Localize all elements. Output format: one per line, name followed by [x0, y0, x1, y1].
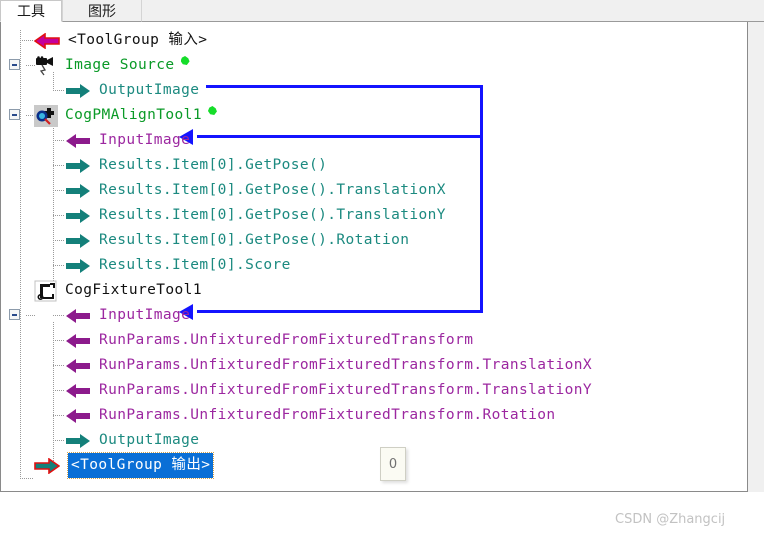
cogfixturetool1-label: CogFixtureTool1 — [65, 282, 202, 298]
link-wire-1-bottom — [197, 135, 483, 138]
toolgroup-input-label: <ToolGroup 输入> — [68, 32, 208, 48]
tree-branch-line — [53, 190, 65, 191]
tree-branch-line — [53, 140, 65, 141]
tree-row-results-getpose[interactable]: Results.Item[0].GetPose() — [65, 153, 327, 178]
arrow-right-teal-icon — [66, 233, 90, 248]
tree-row-results-translationy[interactable]: Results.Item[0].GetPose().TranslationY — [65, 203, 446, 228]
tree-trunk-line — [20, 30, 21, 478]
tree-branch-line — [53, 90, 65, 91]
tab-graphics-label: 图形 — [88, 3, 116, 20]
link-wire-1-top — [206, 85, 483, 88]
tree-row-outputimage-source[interactable]: OutputImage — [65, 78, 199, 103]
results-score-label: Results.Item[0].Score — [99, 257, 291, 273]
tree-row-toolgroup-input[interactable]: <ToolGroup 输入> — [34, 28, 207, 53]
runparams-translationx-label: RunParams.UnfixturedFromFixturedTransfor… — [99, 357, 593, 373]
arrow-left-magenta-icon — [34, 32, 60, 49]
tree-row-inputimage-pmalign[interactable]: InputImage — [65, 128, 190, 153]
arrow-right-teal-icon — [66, 433, 90, 448]
link-wire-2-bottom — [197, 310, 483, 313]
watermark-text: CSDN @Zhangcij — [615, 512, 726, 527]
tree-branch-line — [53, 390, 65, 391]
tree-branch-line — [20, 478, 34, 479]
tree-row-cogfixturetool1[interactable]: CogFixtureTool1 — [34, 278, 202, 303]
cogpmaligntool1-label: CogPMAlignTool1 — [65, 107, 202, 123]
inputimage-fixture-label: InputImage — [99, 307, 191, 323]
tree-branch-line — [26, 315, 36, 316]
tree-row-results-score[interactable]: Results.Item[0].Score — [65, 253, 291, 278]
panel-right-gutter — [748, 22, 764, 492]
status-dot-icon — [207, 106, 217, 115]
tree-row-runparams-translationx[interactable]: RunParams.UnfixturedFromFixturedTransfor… — [65, 353, 592, 378]
tree-branch-line — [53, 240, 65, 241]
arrow-left-purple-icon — [66, 408, 90, 423]
runparams-rotation-label: RunParams.UnfixturedFromFixturedTransfor… — [99, 407, 556, 423]
tree-branch-line — [53, 215, 65, 216]
tool-tree-panel[interactable]: <ToolGroup 输入> Image Source OutputImage … — [0, 22, 748, 492]
results-translationx-label: Results.Item[0].GetPose().TranslationX — [99, 182, 446, 198]
tree-row-runparams-translationy[interactable]: RunParams.UnfixturedFromFixturedTransfor… — [65, 378, 592, 403]
runparams-translationy-label: RunParams.UnfixturedFromFixturedTransfor… — [99, 382, 593, 398]
arrow-left-purple-icon — [66, 358, 90, 373]
outputimage-label: OutputImage — [99, 82, 200, 98]
arrow-right-teal-icon — [66, 158, 90, 173]
tree-branch-line — [53, 440, 65, 441]
link-wire-1-right — [480, 85, 483, 138]
tree-row-image-source[interactable]: Image Source — [34, 53, 190, 78]
tree-branch-line — [53, 415, 65, 416]
expander-image-source[interactable] — [9, 59, 20, 70]
inputimage-label: InputImage — [99, 132, 191, 148]
drag-value-box[interactable]: 0 — [380, 447, 406, 481]
fixture-icon — [34, 280, 57, 301]
link-wire-2-right — [480, 138, 483, 313]
arrow-right-teal-icon — [66, 183, 90, 198]
drag-value-text: 0 — [388, 456, 398, 472]
tree-row-runparams-rotation[interactable]: RunParams.UnfixturedFromFixturedTransfor… — [65, 403, 556, 428]
tree-row-outputimage-fixture[interactable]: OutputImage — [65, 428, 199, 453]
tab-tools-label: 工具 — [17, 4, 45, 20]
image-source-label: Image Source — [65, 57, 175, 73]
tree-row-cogpmaligntool1[interactable]: CogPMAlignTool1 — [34, 103, 217, 128]
tab-strip: 工具 图形 — [0, 0, 764, 22]
runparams-transform-label: RunParams.UnfixturedFromFixturedTransfor… — [99, 332, 474, 348]
results-translationy-label: Results.Item[0].GetPose().TranslationY — [99, 207, 446, 223]
arrow-right-teal-icon — [66, 208, 90, 223]
tree-row-results-translationx[interactable]: Results.Item[0].GetPose().TranslationX — [65, 178, 446, 203]
pmalign-icon — [34, 104, 58, 127]
tree-branch-line — [53, 365, 65, 366]
arrow-right-teal-icon — [66, 83, 90, 98]
results-getpose-label: Results.Item[0].GetPose() — [99, 157, 328, 173]
tree-branch-line — [53, 340, 65, 341]
arrow-left-purple-icon — [66, 383, 90, 398]
tab-graphics[interactable]: 图形 — [62, 0, 142, 22]
status-dot-icon — [180, 56, 190, 65]
expander-cogfixturetool1[interactable] — [9, 309, 20, 320]
camera-icon — [36, 55, 53, 75]
outputimage-fixture-label: OutputImage — [99, 432, 200, 448]
arrow-right-teal-red-icon — [34, 457, 60, 474]
tree-branch-line — [53, 165, 65, 166]
tree-row-runparams-transform[interactable]: RunParams.UnfixturedFromFixturedTransfor… — [65, 328, 473, 353]
tree-branch-line — [53, 265, 65, 266]
tab-tools[interactable]: 工具 — [0, 0, 62, 22]
tree-row-toolgroup-output[interactable]: <ToolGroup 输出> — [34, 452, 215, 479]
toolgroup-output-label: <ToolGroup 输出> — [66, 452, 215, 479]
arrow-left-purple-icon — [66, 133, 90, 148]
results-rotation-label: Results.Item[0].GetPose().Rotation — [99, 232, 410, 248]
arrow-left-purple-icon — [66, 308, 90, 323]
arrow-left-purple-icon — [66, 333, 90, 348]
tree-branch-line — [53, 315, 65, 316]
tree-row-results-rotation[interactable]: Results.Item[0].GetPose().Rotation — [65, 228, 409, 253]
arrow-right-teal-icon — [66, 258, 90, 273]
tree-child-trunk — [53, 322, 54, 465]
tree-row-inputimage-fixture[interactable]: InputImage — [65, 303, 190, 328]
tree-branch-line — [20, 40, 34, 41]
expander-cogpmaligntool1[interactable] — [9, 109, 20, 120]
